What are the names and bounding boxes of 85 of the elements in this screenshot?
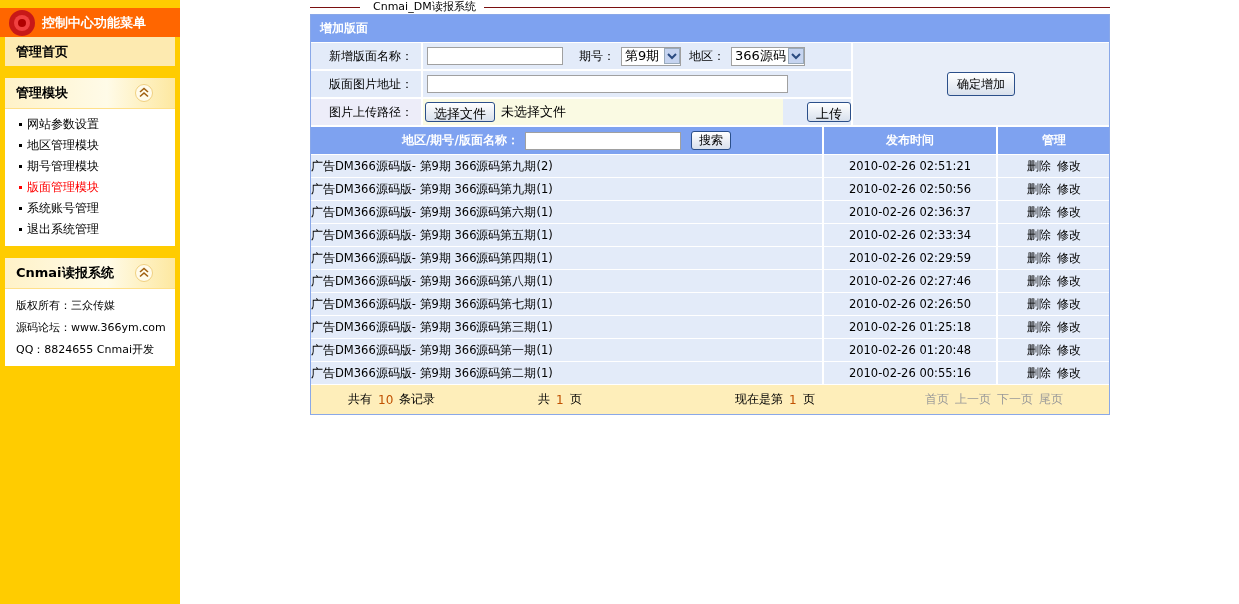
action-link[interactable]: 删除 bbox=[1026, 365, 1051, 381]
table-cell: 广告DM366源码版- 第9期 366源码第三期(1) bbox=[311, 316, 822, 338]
panel-title: Cnmai读报系统 bbox=[16, 264, 114, 282]
table-cell: 2010-02-26 02:33:34 bbox=[824, 224, 996, 246]
menu-item[interactable]: 系统账号管理 bbox=[5, 198, 175, 219]
pager-count: 10 bbox=[378, 392, 394, 407]
pager-text: 共 bbox=[538, 391, 550, 408]
panel-title: 管理模块 bbox=[16, 84, 68, 102]
table-cell: 2010-02-26 02:29:59 bbox=[824, 247, 996, 269]
action-link[interactable]: 删除 bbox=[1026, 342, 1051, 358]
action-link[interactable]: 修改 bbox=[1056, 365, 1081, 381]
info-line: 源码论坛：www.366ym.com bbox=[15, 319, 167, 336]
action-link[interactable]: 删除 bbox=[1026, 158, 1051, 174]
table-cell: 广告DM366源码版- 第9期 366源码第五期(1) bbox=[311, 224, 822, 246]
menu-item[interactable]: 地区管理模块 bbox=[5, 135, 175, 156]
pager-count: 1 bbox=[556, 392, 564, 407]
pager-text: 现在是第 bbox=[735, 391, 783, 408]
action-link[interactable]: 修改 bbox=[1056, 342, 1081, 358]
field-label: 地区： bbox=[689, 47, 725, 65]
collapse-icon[interactable] bbox=[135, 264, 153, 282]
choose-file-button[interactable]: 选择文件 bbox=[425, 102, 495, 122]
action-link[interactable]: 删除 bbox=[1026, 227, 1051, 243]
field-label: 新增版面名称： bbox=[329, 47, 413, 65]
table-cell: 2010-02-26 00:55:16 bbox=[824, 362, 996, 384]
table-cell: 2010-02-26 02:51:21 bbox=[824, 155, 996, 177]
flower-icon bbox=[8, 8, 36, 37]
search-label: 地区/期号/版面名称： bbox=[402, 132, 519, 149]
table-cell: 广告DM366源码版- 第9期 366源码第九期(1) bbox=[311, 178, 822, 200]
action-link[interactable]: 修改 bbox=[1056, 319, 1081, 335]
action-link[interactable]: 删除 bbox=[1026, 296, 1051, 312]
action-link[interactable]: 删除 bbox=[1026, 319, 1051, 335]
table-cell: 2010-02-26 01:25:18 bbox=[824, 316, 996, 338]
home-link[interactable]: 管理首页 bbox=[5, 37, 175, 66]
page-title: Cnmai_DM读报系统 bbox=[372, 0, 477, 14]
input-field[interactable] bbox=[427, 75, 788, 93]
menu-item[interactable]: 网站参数设置 bbox=[5, 114, 175, 135]
action-link[interactable]: 修改 bbox=[1056, 296, 1081, 312]
menu-item[interactable]: 期号管理模块 bbox=[5, 156, 175, 177]
menu-item[interactable]: 版面管理模块 bbox=[5, 177, 175, 198]
pager-text: 共有 bbox=[348, 391, 372, 408]
search-field[interactable] bbox=[524, 131, 681, 150]
table-cell: 2010-02-26 02:36:37 bbox=[824, 201, 996, 223]
action-link[interactable]: 修改 bbox=[1056, 204, 1081, 220]
menu-item[interactable]: 退出系统管理 bbox=[5, 219, 175, 240]
action-link[interactable]: 修改 bbox=[1056, 250, 1081, 266]
table-cell: 广告DM366源码版- 第9期 366源码第一期(1) bbox=[311, 339, 822, 361]
submit-button[interactable]: 确定增加 bbox=[947, 72, 1015, 96]
pager-text: 页 bbox=[802, 391, 815, 408]
table-cell: 广告DM366源码版- 第9期 366源码第九期(2) bbox=[311, 155, 822, 177]
menu-header-title: 控制中心功能菜单 bbox=[42, 13, 146, 32]
pager-text: 条记录 bbox=[399, 391, 436, 408]
pager-text: 页 bbox=[569, 391, 582, 408]
select-dropdown[interactable]: 第9期 bbox=[621, 46, 681, 66]
upload-button[interactable]: 上传 bbox=[807, 102, 851, 122]
action-link[interactable]: 修改 bbox=[1056, 181, 1081, 197]
action-link[interactable]: 修改 bbox=[1056, 273, 1081, 289]
collapse-icon[interactable] bbox=[135, 84, 153, 102]
action-link[interactable]: 修改 bbox=[1056, 227, 1081, 243]
table-cell: 2010-02-26 02:50:56 bbox=[824, 178, 996, 200]
field-label: 图片上传路径： bbox=[329, 103, 413, 121]
action-link[interactable]: 删除 bbox=[1026, 273, 1051, 289]
pager-count: 1 bbox=[789, 392, 797, 407]
info-line: 版权所有：三众传媒 bbox=[15, 297, 116, 314]
action-link[interactable]: 删除 bbox=[1026, 204, 1051, 220]
table-cell: 2010-02-26 02:27:46 bbox=[824, 270, 996, 292]
column-header: 管理 bbox=[998, 127, 1109, 154]
action-link[interactable]: 修改 bbox=[1056, 158, 1081, 174]
column-header: 发布时间 bbox=[824, 127, 996, 154]
file-status: 未选择文件 bbox=[501, 103, 567, 121]
search-button[interactable]: 搜索 bbox=[690, 131, 731, 150]
input-field[interactable] bbox=[427, 47, 563, 65]
field-label: 版面图片地址： bbox=[329, 75, 413, 93]
action-link[interactable]: 删除 bbox=[1026, 181, 1051, 197]
table-cell: 2010-02-26 01:20:48 bbox=[824, 339, 996, 361]
table-cell: 广告DM366源码版- 第9期 366源码第八期(1) bbox=[311, 270, 822, 292]
table-cell: 广告DM366源码版- 第9期 366源码第六期(1) bbox=[311, 201, 822, 223]
form-header: 增加版面 bbox=[311, 15, 1109, 42]
action-link[interactable]: 删除 bbox=[1026, 250, 1051, 266]
info-line: QQ：8824655 Cnmai开发 bbox=[15, 341, 155, 358]
select-dropdown[interactable]: 366源码 bbox=[731, 46, 805, 66]
table-cell: 广告DM366源码版- 第9期 366源码第二期(1) bbox=[311, 362, 822, 384]
table-cell: 广告DM366源码版- 第9期 366源码第七期(1) bbox=[311, 293, 822, 315]
field-label: 期号： bbox=[579, 47, 615, 65]
table-cell: 广告DM366源码版- 第9期 366源码第四期(1) bbox=[311, 247, 822, 269]
table-cell: 2010-02-26 02:26:50 bbox=[824, 293, 996, 315]
